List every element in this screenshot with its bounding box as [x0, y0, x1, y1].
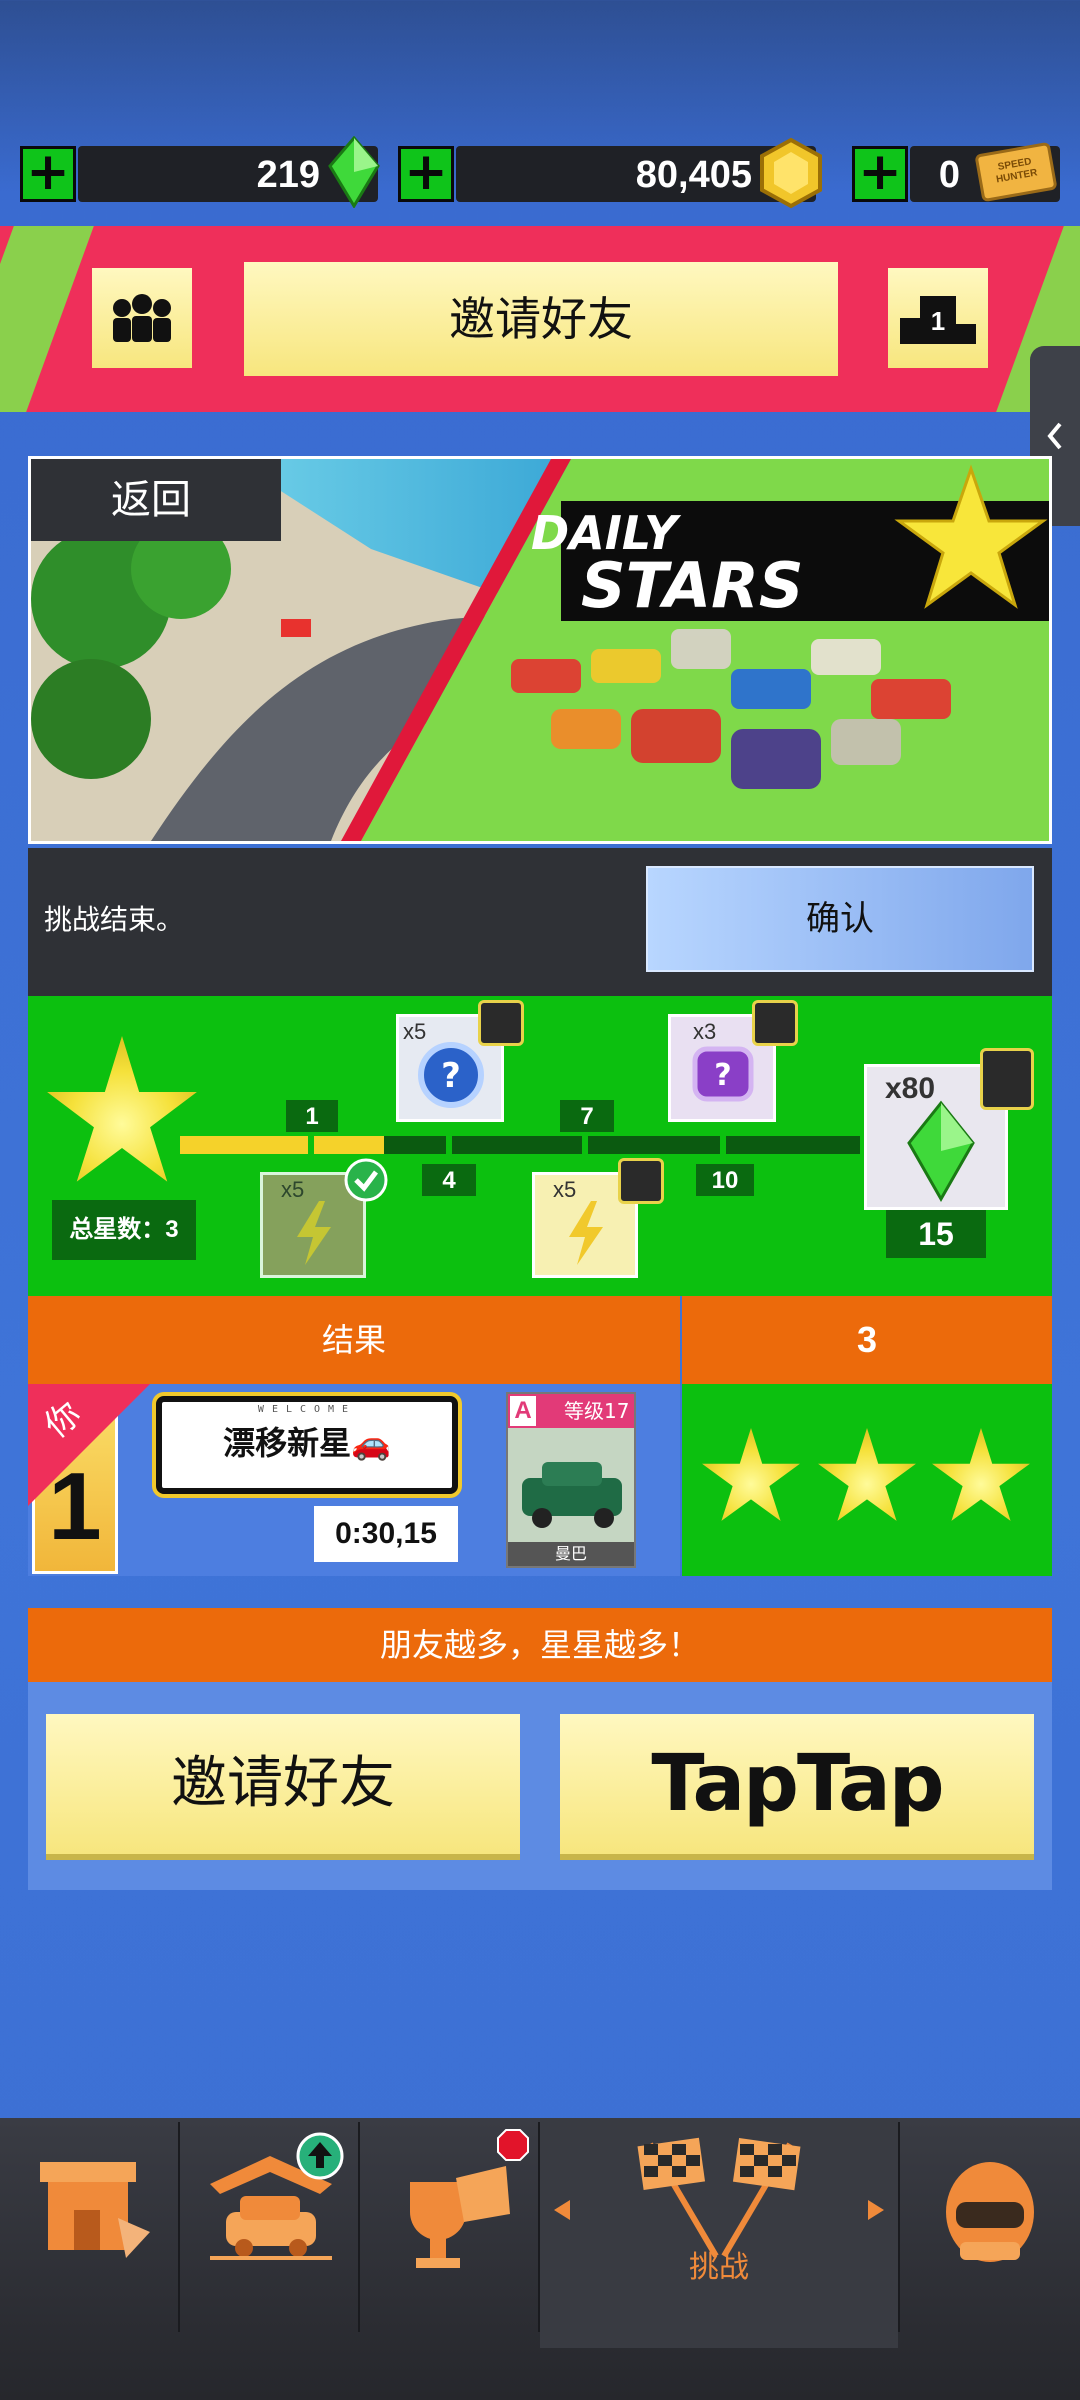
- daily-stars-banner: DAILY STARS 返回: [28, 456, 1052, 844]
- add-tickets-button[interactable]: +: [852, 146, 908, 202]
- add-gems-button[interactable]: +: [20, 146, 76, 202]
- chevron-left-icon: [554, 2200, 570, 2220]
- milestone-label: 7: [560, 1100, 614, 1132]
- gem-icon: [328, 136, 380, 208]
- milestone-label: 1: [286, 1100, 338, 1132]
- invite-friends-top-button[interactable]: 邀请好友: [244, 262, 838, 376]
- upgrade-arrow-icon: [296, 2132, 344, 2180]
- group-icon: [113, 294, 171, 342]
- friends-button[interactable]: [92, 268, 192, 368]
- results-header: 结果: [28, 1296, 680, 1384]
- milestone-label-final: 15: [886, 1210, 986, 1258]
- player-name: 漂移新星🚗: [223, 1424, 391, 1462]
- car-level: 等级17: [564, 1399, 630, 1423]
- reward-qty: x80: [885, 1072, 936, 1105]
- lock-icon: [478, 1000, 524, 1046]
- milestone-label: 4: [422, 1164, 476, 1196]
- svg-text:?: ?: [714, 1058, 731, 1093]
- gems-value: 219: [256, 154, 320, 196]
- lock-icon: [980, 1048, 1034, 1110]
- lock-icon: [752, 1000, 798, 1046]
- car-card[interactable]: A 等级17 曼巴: [506, 1392, 636, 1568]
- reward-qty: x5: [403, 1019, 427, 1044]
- tickets-value: 0: [938, 154, 960, 196]
- progress-divider: [308, 1132, 314, 1158]
- check-icon: [344, 1158, 388, 1202]
- plate-top-text: WELCOME: [257, 1404, 357, 1415]
- invite-friends-button[interactable]: 邀请好友: [46, 1714, 520, 1854]
- race-time: 0:30,15: [314, 1506, 458, 1562]
- checkered-flags-icon: [554, 2137, 884, 2258]
- car-image: [508, 1428, 634, 1542]
- milestone-label: 10: [696, 1164, 754, 1196]
- reward-qty: x5: [281, 1177, 305, 1202]
- podium-rank: 1: [931, 306, 945, 336]
- progress-divider: [446, 1132, 452, 1158]
- challenge-status-text: 挑战结束。: [44, 903, 185, 936]
- friends-banner: 朋友越多，星星越多！: [28, 1608, 1052, 1682]
- nav-challenge-label[interactable]: 挑战: [540, 2248, 898, 2288]
- ticket-logo: SPEED HUNTER: [995, 156, 1039, 186]
- leaderboard-button[interactable]: 1: [888, 268, 988, 368]
- back-label[interactable]: 返回: [31, 459, 271, 541]
- helmet-icon: [946, 2162, 1034, 2262]
- chevron-right-icon: [868, 2200, 884, 2220]
- add-coins-button[interactable]: +: [398, 146, 454, 202]
- coins-value: 80,405: [635, 154, 752, 196]
- reward-qty: x3: [693, 1019, 717, 1044]
- reward-qty: x5: [553, 1177, 577, 1202]
- taptap-button[interactable]: TapTap: [560, 1714, 1034, 1854]
- nav-challenge[interactable]: [540, 2122, 898, 2332]
- car-class: A: [510, 1396, 536, 1426]
- svg-text:?: ?: [441, 1056, 461, 1096]
- progress-divider: [582, 1132, 588, 1158]
- banner-title-2: STARS: [581, 549, 804, 622]
- nav-profile[interactable]: [900, 2122, 1080, 2332]
- progress-divider: [720, 1132, 726, 1158]
- car-name: 曼巴: [508, 1542, 634, 1566]
- progress-fill: [180, 1136, 384, 1154]
- results-star-count: 3: [682, 1296, 1052, 1384]
- lock-icon: [618, 1158, 664, 1204]
- nav-shop[interactable]: [0, 2122, 178, 2332]
- confirm-button[interactable]: 确认: [646, 866, 1034, 972]
- podium-icon: 1: [900, 296, 976, 344]
- total-stars-label: 总星数：3: [52, 1200, 196, 1260]
- player-plate[interactable]: WELCOME 漂移新星🚗: [156, 1396, 458, 1494]
- notification-dot: [497, 2129, 529, 2161]
- coin-icon: [760, 137, 822, 209]
- shop-icon: [40, 2162, 150, 2258]
